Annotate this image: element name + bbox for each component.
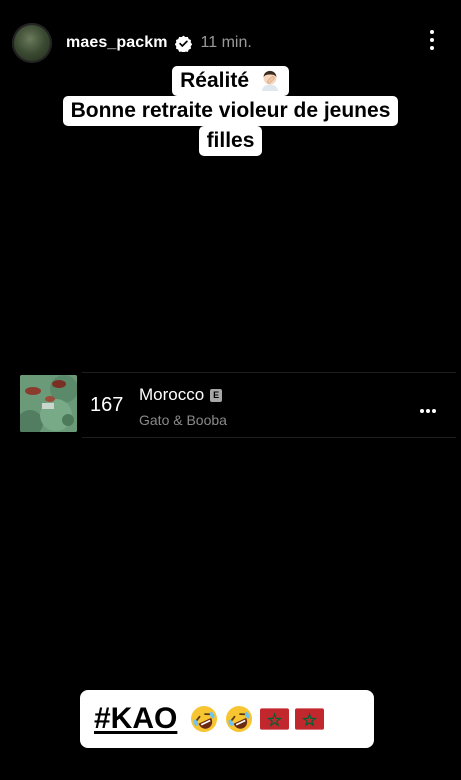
vertical-ellipsis-icon[interactable] bbox=[429, 30, 435, 54]
hashtag-sticker[interactable]: #KAO bbox=[80, 690, 374, 748]
caption-line-3: filles bbox=[198, 126, 263, 156]
username[interactable]: maes_packm bbox=[66, 34, 168, 52]
album-cover-image bbox=[20, 375, 77, 432]
caption-line-2: Bonne retraite violeur de jeunes bbox=[62, 96, 399, 126]
chart-rank: 167 bbox=[90, 394, 124, 416]
rolling-on-floor-laughing-icon bbox=[226, 706, 253, 732]
divider bbox=[82, 437, 456, 438]
horizontal-ellipsis-icon[interactable] bbox=[420, 400, 438, 413]
rolling-on-floor-laughing-icon bbox=[191, 706, 218, 732]
flag-morocco-icon bbox=[260, 708, 290, 730]
caption-line-1: Réalité bbox=[172, 66, 289, 96]
hashtag-text[interactable]: #KAO bbox=[94, 702, 177, 736]
post-time: 11 min. bbox=[200, 34, 252, 51]
verified-badge-icon bbox=[174, 35, 192, 52]
album-art[interactable] bbox=[20, 375, 77, 432]
man-facepalming-emoji-icon bbox=[261, 70, 279, 91]
music-track-card[interactable]: 167 Morocco E Gato & Booba bbox=[20, 372, 456, 438]
explicit-badge: E bbox=[210, 389, 223, 402]
caption-line-1-text: Réalité bbox=[180, 69, 250, 92]
avatar[interactable] bbox=[12, 23, 52, 63]
caption-sticker: Réalité Bonne retraite violeur de jeunes… bbox=[0, 66, 461, 156]
flag-morocco-icon bbox=[295, 708, 325, 730]
track-artist[interactable]: Gato & Booba bbox=[139, 412, 227, 428]
divider bbox=[82, 372, 456, 373]
story-header: maes_packm 11 min. bbox=[12, 22, 449, 64]
track-title[interactable]: Morocco E bbox=[139, 385, 223, 405]
track-title-text: Morocco bbox=[139, 385, 205, 404]
